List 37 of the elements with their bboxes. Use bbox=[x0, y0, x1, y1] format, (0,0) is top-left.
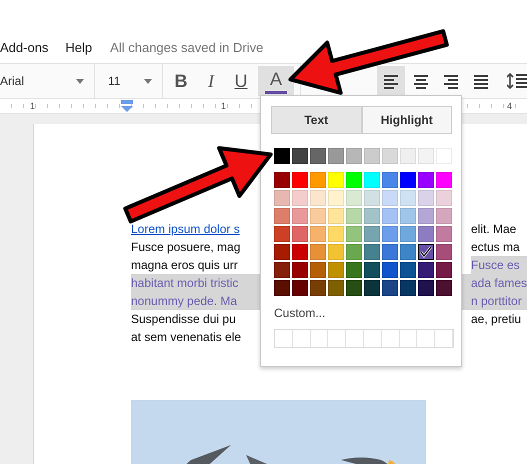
align-right-icon bbox=[443, 74, 459, 88]
text-fragment: at sem venenatis ele bbox=[131, 329, 242, 346]
text-fragment: magna eros quis urr bbox=[131, 257, 238, 274]
caret-icon bbox=[76, 78, 84, 84]
bold-button[interactable]: B bbox=[166, 66, 196, 96]
text-fragment: elit. Mae bbox=[471, 221, 516, 238]
color-swatch[interactable] bbox=[418, 244, 434, 260]
line-spacing-icon bbox=[507, 73, 527, 89]
text-fragment: ae, pretiu bbox=[471, 311, 522, 328]
underline-button[interactable]: U bbox=[226, 66, 256, 96]
menu-item[interactable]: Add-ons bbox=[0, 40, 48, 54]
ruler-number: 4 bbox=[507, 101, 512, 111]
indent-marker-icon[interactable] bbox=[121, 100, 133, 112]
text-link[interactable]: Lorem ipsum dolor s bbox=[131, 220, 240, 238]
align-button[interactable] bbox=[377, 66, 405, 96]
text-fragment: n porttitor bbox=[471, 292, 527, 310]
text-fragment: Fusce posuere, mag bbox=[131, 239, 240, 256]
text-color-button[interactable]: A bbox=[258, 66, 294, 96]
ruler-number: 1 bbox=[30, 101, 36, 111]
text-fragment: ada fames bbox=[471, 274, 527, 292]
text-fragment: ectus ma bbox=[471, 239, 520, 256]
caret-icon bbox=[144, 78, 152, 84]
menu-item[interactable]: Help bbox=[65, 40, 92, 54]
check-icon bbox=[420, 246, 432, 258]
picker-tab[interactable]: Text bbox=[271, 106, 362, 134]
text-fragment: Suspendisse dui pu bbox=[131, 311, 236, 328]
font-size-dropdown[interactable]: 11 bbox=[95, 64, 163, 98]
color-bar bbox=[265, 90, 287, 94]
font-dropdown[interactable]: Arial bbox=[0, 64, 95, 98]
italic-button[interactable]: I bbox=[196, 66, 226, 96]
align-left-icon bbox=[383, 74, 399, 88]
align-justify-icon bbox=[473, 74, 489, 88]
text-fragment: Fusce es bbox=[471, 256, 527, 274]
align-center-icon bbox=[413, 74, 429, 88]
picker-tab[interactable]: Highlight bbox=[362, 106, 452, 134]
ruler-number: 1 bbox=[221, 101, 226, 111]
save-status: All changes saved in Drive bbox=[110, 40, 264, 54]
